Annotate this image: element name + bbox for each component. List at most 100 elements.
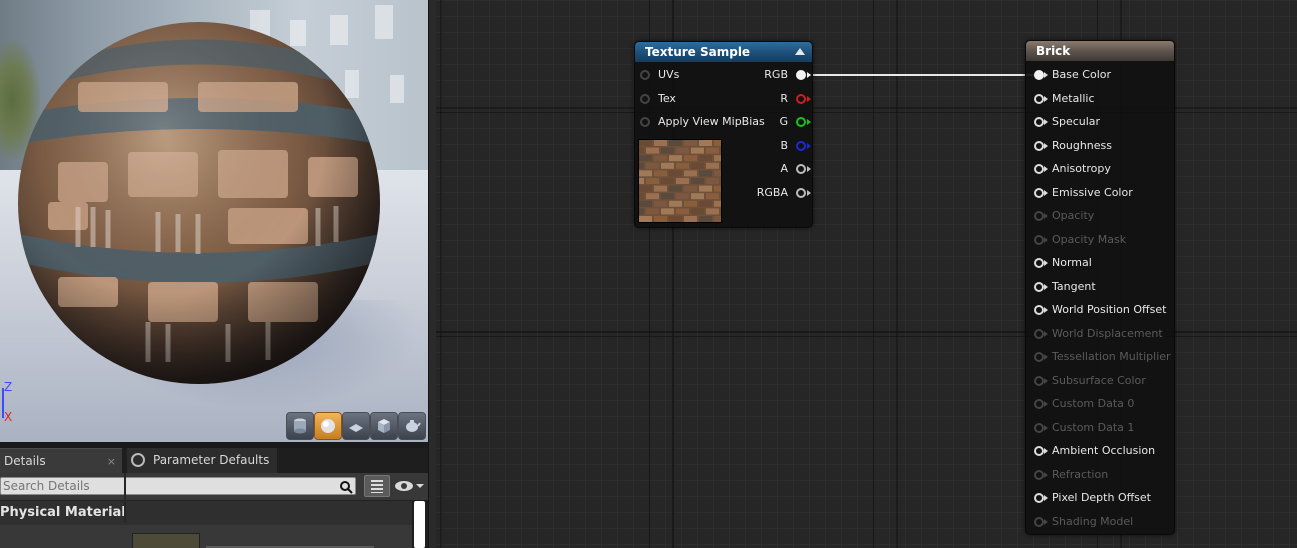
pin-label: Tex <box>658 92 676 105</box>
material-preview-viewport[interactable]: Z X <box>0 0 428 442</box>
pin-connector-icon[interactable] <box>796 70 806 80</box>
pin-arrow-icon <box>1044 260 1048 266</box>
texture-output-pin-r[interactable]: R <box>700 91 811 107</box>
plane-preview-button[interactable] <box>342 412 370 440</box>
axis-z-label: Z <box>4 380 13 394</box>
preview-mesh-buttons <box>286 412 426 440</box>
axis-x-label: X <box>4 410 13 424</box>
pin-label: Opacity <box>1052 209 1095 222</box>
pin-connector-icon[interactable] <box>1034 282 1044 292</box>
pin-connector-icon[interactable] <box>1034 164 1044 174</box>
pin-arrow-icon <box>1044 472 1048 478</box>
pin-arrow-icon <box>1044 284 1048 290</box>
texture-output-pin-b[interactable]: B <box>700 138 811 154</box>
eye-icon <box>395 481 424 491</box>
pin-connector-icon[interactable] <box>796 94 806 104</box>
sphere-icon <box>321 419 335 433</box>
cylinder-icon <box>294 418 306 434</box>
pin-label: Refraction <box>1052 468 1109 481</box>
category-physical-material[interactable]: Physical Material <box>0 500 412 525</box>
material-title: Brick <box>1036 44 1071 58</box>
panel-splitter[interactable] <box>428 0 436 548</box>
pin-label: Anisotropy <box>1052 162 1111 175</box>
pin-arrow-icon <box>1044 166 1048 172</box>
pin-connector-icon[interactable] <box>640 94 650 104</box>
pin-arrow-icon <box>1044 190 1048 196</box>
pin-arrow-icon <box>807 143 811 149</box>
texture-output-pin-g[interactable]: G <box>700 114 811 130</box>
pin-connector-icon[interactable] <box>1034 399 1044 409</box>
pin-connector-icon[interactable] <box>1034 329 1044 339</box>
pin-label: Normal <box>1052 256 1092 269</box>
details-panel: Physical Material <box>0 473 428 548</box>
brick-sphere-preview <box>18 22 380 384</box>
pin-connector-icon[interactable] <box>796 164 806 174</box>
pin-connector-icon[interactable] <box>1034 446 1044 456</box>
teapot-preview-button[interactable] <box>398 412 426 440</box>
pin-arrow-icon <box>1044 72 1048 78</box>
pin-label: Tessellation Multiplier <box>1052 350 1171 363</box>
search-details-input[interactable] <box>1 478 331 494</box>
pin-connector-icon[interactable] <box>1034 211 1044 221</box>
tab-details[interactable]: Details × <box>0 448 122 473</box>
pin-label: RGB <box>764 68 788 81</box>
pin-connector-icon[interactable] <box>1034 141 1044 151</box>
pin-connector-icon[interactable] <box>1034 517 1044 527</box>
pin-label: Emissive Color <box>1052 186 1133 199</box>
physical-material-thumbnail[interactable] <box>132 533 200 548</box>
texture-sample-header[interactable]: Texture Sample <box>635 42 812 62</box>
sphere-preview-button[interactable] <box>314 412 342 440</box>
pin-connector-icon[interactable] <box>1034 305 1044 315</box>
texture-output-pin-a[interactable]: A <box>700 161 811 177</box>
pin-arrow-icon <box>1044 331 1048 337</box>
pin-connector-icon[interactable] <box>1034 258 1044 268</box>
pin-connector-icon[interactable] <box>1034 235 1044 245</box>
pin-label: Metallic <box>1052 92 1095 105</box>
collapse-icon[interactable] <box>795 48 805 55</box>
pin-label: Subsurface Color <box>1052 374 1146 387</box>
pin-connector-icon[interactable] <box>1034 94 1044 104</box>
pin-connector-icon[interactable] <box>1034 423 1044 433</box>
visibility-filter-button[interactable] <box>394 477 426 495</box>
texture-output-pin-rgb[interactable]: RGB <box>700 67 811 83</box>
pin-arrow-icon <box>1044 237 1048 243</box>
pin-connector-icon[interactable] <box>796 188 806 198</box>
pin-label: G <box>779 115 788 128</box>
pin-connector-icon[interactable] <box>1034 493 1044 503</box>
pin-connector-icon[interactable] <box>1034 352 1044 362</box>
search-icon[interactable] <box>339 480 353 494</box>
tab-parameter-defaults[interactable]: Parameter Defaults <box>127 448 277 473</box>
pin-connector-icon[interactable] <box>640 70 650 80</box>
tab-details-label: Details <box>4 454 46 468</box>
pin-connector-icon[interactable] <box>640 117 650 127</box>
pin-label: World Displacement <box>1052 327 1163 340</box>
pin-connector-icon[interactable] <box>1034 188 1044 198</box>
pin-arrow-icon <box>807 72 811 78</box>
scrollbar-thumb[interactable] <box>414 501 425 548</box>
pin-arrow-icon <box>807 190 811 196</box>
pin-label: Tangent <box>1052 280 1096 293</box>
pin-arrow-icon <box>1044 448 1048 454</box>
close-icon[interactable]: × <box>107 449 116 474</box>
list-view-button[interactable] <box>364 475 390 497</box>
search-box <box>0 477 356 495</box>
pin-label: Roughness <box>1052 139 1113 152</box>
pin-connector-icon[interactable] <box>1034 376 1044 386</box>
pin-arrow-icon <box>1044 495 1048 501</box>
pin-connector-icon[interactable] <box>1034 470 1044 480</box>
cylinder-preview-button[interactable] <box>286 412 314 440</box>
category-label: Physical Material <box>0 505 126 520</box>
pin-label: Ambient Occlusion <box>1052 444 1156 457</box>
pin-label: B <box>780 139 788 152</box>
texture-output-pin-rgba[interactable]: RGBA <box>700 185 811 201</box>
pin-arrow-icon <box>1044 307 1048 313</box>
pin-connector-icon[interactable] <box>796 141 806 151</box>
pin-connector-icon[interactable] <box>1034 70 1044 80</box>
pin-connector-icon[interactable] <box>796 117 806 127</box>
pin-connector-icon[interactable] <box>1034 117 1044 127</box>
pin-arrow-icon <box>1044 401 1048 407</box>
cube-preview-button[interactable] <box>370 412 398 440</box>
pin-label: Base Color <box>1052 68 1112 81</box>
material-result-header[interactable]: Brick <box>1026 41 1174 61</box>
column-splitter[interactable] <box>124 473 126 523</box>
